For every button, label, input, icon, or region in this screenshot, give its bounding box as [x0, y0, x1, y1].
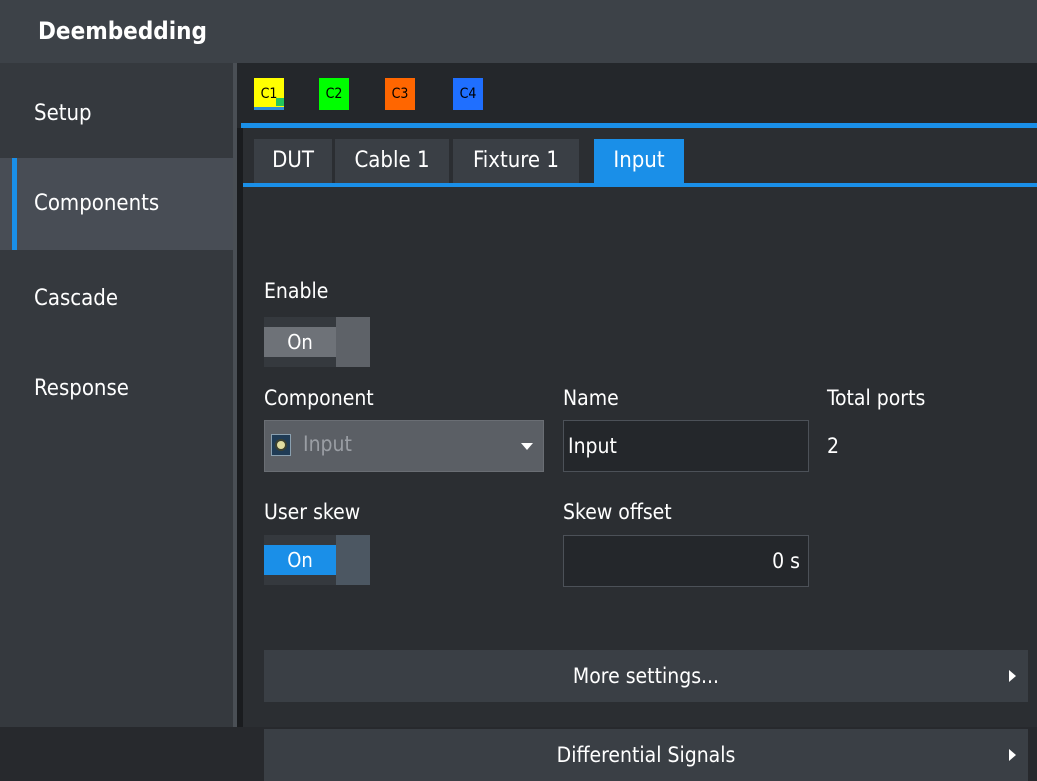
component-select[interactable]: Input [264, 420, 544, 472]
user-skew-toggle[interactable]: On [264, 535, 370, 585]
more-settings-button[interactable]: More settings... [264, 650, 1028, 702]
sidebar-item-cascade[interactable]: Cascade [0, 253, 233, 345]
tab-channel-c2[interactable]: C2 [319, 78, 349, 110]
chevron-down-icon [521, 443, 533, 450]
tab-channel-c3-label: C3 [391, 86, 409, 102]
enable-toggle-state: On [264, 327, 336, 357]
enable-label: Enable [264, 279, 329, 303]
tab-dut[interactable]: DUT [254, 139, 332, 183]
name-field[interactable]: Input [563, 420, 809, 472]
user-skew-toggle-state: On [264, 545, 336, 575]
sidebar-item-components[interactable]: Components [0, 158, 233, 250]
tab-channel-c4[interactable]: C4 [453, 78, 483, 110]
active-channel-indicator [276, 98, 284, 106]
more-settings-label: More settings... [572, 664, 720, 688]
subtab-underline [243, 183, 1037, 187]
tab-input[interactable]: Input [594, 139, 684, 183]
skew-offset-field[interactable]: 0 s [563, 535, 809, 587]
chevron-right-icon [1009, 749, 1016, 761]
component-select-value: Input [303, 432, 352, 456]
sidebar-item-response[interactable]: Response [0, 343, 233, 435]
enable-toggle[interactable]: On [264, 317, 370, 367]
main-content: C1 C2 C3 C4 DUT Cable 1 Fixture 1 Input … [237, 63, 1037, 781]
differential-signals-button[interactable]: Differential Signals [264, 729, 1028, 781]
tab-channel-c2-label: C2 [325, 86, 343, 102]
tab-channel-c1-label: C1 [260, 86, 278, 102]
input-component-icon [271, 434, 291, 456]
tab-channel-c3[interactable]: C3 [385, 78, 415, 110]
window-title: Deembedding [0, 0, 1037, 63]
differential-signals-label: Differential Signals [556, 743, 736, 767]
total-ports-value: 2 [827, 434, 840, 458]
chevron-right-icon [1009, 670, 1016, 682]
user-skew-label: User skew [264, 500, 361, 524]
component-label: Component [264, 386, 374, 410]
user-skew-toggle-knob [336, 535, 370, 585]
tab-cable-1[interactable]: Cable 1 [335, 139, 449, 183]
skew-offset-label: Skew offset [563, 500, 672, 524]
sidebar-item-setup[interactable]: Setup [0, 68, 233, 160]
components-panel: DUT Cable 1 Fixture 1 Input Enable On Co… [237, 128, 1037, 781]
tab-channel-c4-label: C4 [459, 86, 477, 102]
sidebar: Setup Components Cascade Response [0, 63, 233, 727]
tab-channel-c1[interactable]: C1 [254, 78, 284, 110]
name-label: Name [563, 386, 619, 410]
total-ports-label: Total ports [827, 386, 926, 410]
tab-fixture-1[interactable]: Fixture 1 [453, 139, 579, 183]
enable-toggle-knob [336, 317, 370, 367]
